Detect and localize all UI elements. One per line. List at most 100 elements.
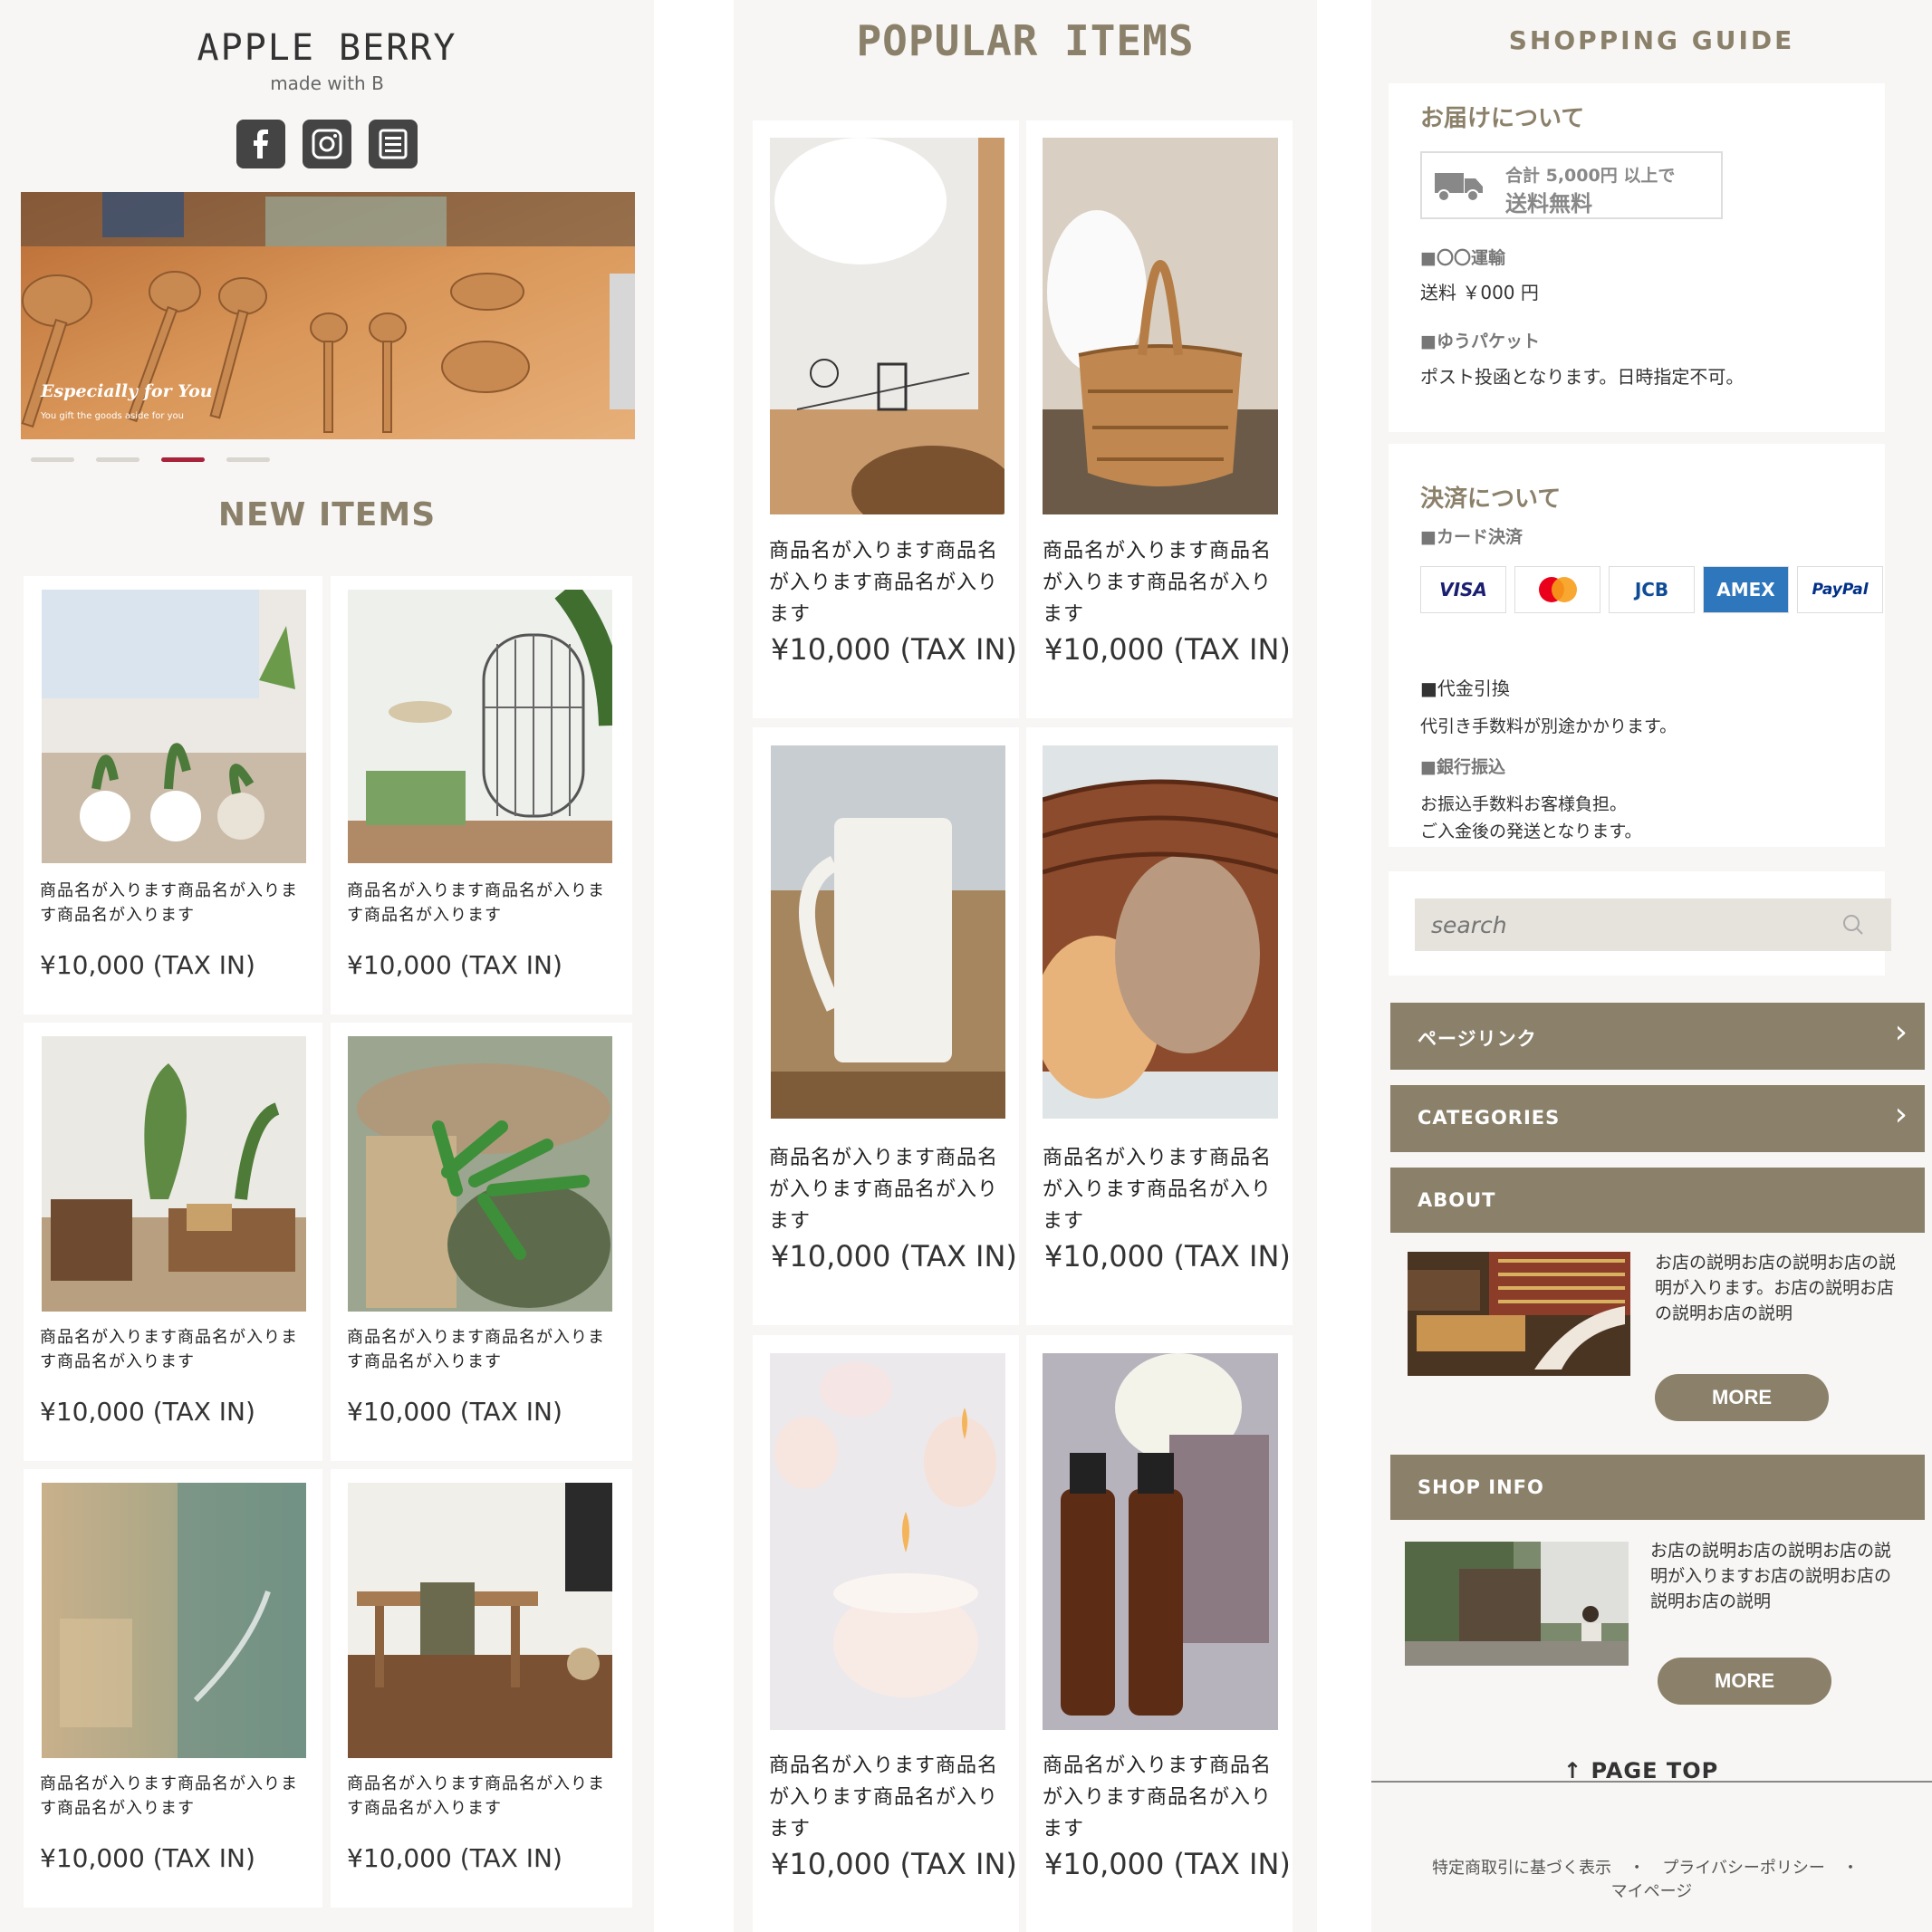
slider-dot-1[interactable]: [31, 457, 74, 462]
product-name[interactable]: 商品名が入ります商品名が入ります商品名が入ります: [347, 879, 619, 928]
product-card[interactable]: 商品名が入ります商品名が入ります商品名が入ります ¥10,000 (TAX IN…: [24, 576, 322, 1014]
product-card[interactable]: 商品名が入ります商品名が入ります商品名が入ります ¥10,000 (TAX IN…: [753, 1335, 1019, 1932]
product-name[interactable]: 商品名が入ります商品名が入ります商品名が入ります: [347, 1325, 619, 1374]
truck-icon: [1435, 169, 1485, 206]
product-card[interactable]: 商品名が入ります商品名が入ります商品名が入ります ¥10,000 (TAX IN…: [753, 120, 1019, 718]
mastercard-icon: [1514, 566, 1600, 613]
shop-image[interactable]: [1405, 1542, 1629, 1666]
menu-shop-info: SHOP INFO: [1390, 1455, 1925, 1520]
product-price: ¥10,000 (TAX IN): [771, 632, 1017, 667]
amex-icon: AMEX: [1703, 566, 1789, 613]
product-image[interactable]: [770, 138, 1004, 514]
product-name[interactable]: 商品名が入ります商品名が入ります商品名が入ります: [40, 1325, 312, 1374]
product-image[interactable]: [1043, 745, 1278, 1119]
product-name[interactable]: 商品名が入ります商品名が入ります商品名が入ります: [1043, 1142, 1287, 1237]
product-image[interactable]: [348, 1483, 612, 1758]
product-price: ¥10,000 (TAX IN): [1044, 632, 1291, 667]
product-name[interactable]: 商品名が入ります商品名が入ります商品名が入ります: [40, 879, 312, 928]
product-price: ¥10,000 (TAX IN): [771, 1847, 1017, 1881]
product-card[interactable]: 商品名が入ります商品名が入ります商品名が入ります ¥10,000 (TAX IN…: [331, 576, 632, 1014]
product-name[interactable]: 商品名が入ります商品名が入ります商品名が入ります: [769, 535, 1014, 630]
product-name[interactable]: 商品名が入ります商品名が入ります商品名が入ります: [769, 1142, 1014, 1237]
product-price: ¥10,000 (TAX IN): [40, 950, 255, 980]
hero-slider[interactable]: Especially for You You gift the goods as…: [21, 192, 635, 439]
product-price: ¥10,000 (TAX IN): [347, 950, 562, 980]
product-image[interactable]: [42, 590, 306, 863]
slider-dot-2[interactable]: [96, 457, 139, 462]
footer-link-mypage[interactable]: マイページ: [1611, 1882, 1693, 1901]
menu-categories[interactable]: CATEGORIES ›: [1390, 1085, 1925, 1152]
popular-items-title: POPULAR ITEMS: [856, 16, 1195, 65]
divider: [1371, 1781, 1932, 1783]
bank-text-2: ご入金後の発送となります。: [1420, 822, 1642, 841]
product-image[interactable]: [348, 590, 612, 863]
delivery-title: お届けについて: [1420, 105, 1585, 132]
free-shipping-banner: 合計 5,000円 以上で 送料無料: [1420, 151, 1723, 219]
slider-dot-3[interactable]: [161, 457, 205, 462]
search-input[interactable]: [1415, 899, 1891, 951]
product-image[interactable]: [1043, 1353, 1278, 1730]
carrier1-label: ■〇〇運輸: [1420, 248, 1505, 268]
product-card[interactable]: 商品名が入ります商品名が入ります商品名が入ります ¥10,000 (TAX IN…: [331, 1469, 632, 1908]
blog-icon[interactable]: [369, 120, 418, 168]
facebook-icon[interactable]: [236, 120, 285, 168]
product-name[interactable]: 商品名が入ります商品名が入ります商品名が入ります: [1043, 535, 1287, 630]
product-price: ¥10,000 (TAX IN): [1044, 1239, 1291, 1274]
product-name[interactable]: 商品名が入ります商品名が入ります商品名が入ります: [347, 1772, 619, 1821]
shop-more-button[interactable]: MORE: [1658, 1658, 1831, 1705]
about-more-button[interactable]: MORE: [1655, 1374, 1829, 1421]
menu-page-link[interactable]: ページリンク ›: [1390, 1003, 1925, 1070]
footer-link-legal[interactable]: 特定商取引に基づく表示: [1432, 1859, 1611, 1878]
delivery-box: お届けについて 合計 5,000円 以上で 送料無料 ■〇〇運輸 送料 ￥000…: [1389, 83, 1885, 432]
product-card[interactable]: 商品名が入ります商品名が入ります商品名が入ります ¥10,000 (TAX IN…: [1026, 1335, 1293, 1932]
product-name[interactable]: 商品名が入ります商品名が入ります商品名が入ります: [769, 1750, 1014, 1845]
menu-shop-info-label: SHOP INFO: [1418, 1476, 1544, 1498]
product-card[interactable]: 商品名が入ります商品名が入ります商品名が入ります ¥10,000 (TAX IN…: [24, 1023, 322, 1461]
product-card[interactable]: 商品名が入ります商品名が入ります商品名が入ります ¥10,000 (TAX IN…: [1026, 727, 1293, 1325]
menu-about-label: ABOUT: [1418, 1189, 1496, 1211]
menu-categories-label: CATEGORIES: [1418, 1107, 1561, 1129]
brand-logo[interactable]: APPLE BERRY: [0, 27, 654, 69]
carrier1-text: 送料 ￥000 円: [1420, 282, 1539, 303]
search-icon[interactable]: [1841, 913, 1865, 940]
product-price: ¥10,000 (TAX IN): [347, 1397, 562, 1427]
product-card[interactable]: 商品名が入ります商品名が入ります商品名が入ります ¥10,000 (TAX IN…: [1026, 120, 1293, 718]
page-top-label: PAGE TOP: [1591, 1758, 1719, 1783]
free-shipping-label: 送料無料: [1505, 191, 1592, 216]
cod-text: 代引き手数料が別途かかります。: [1420, 716, 1677, 736]
about-text: お店の説明お店の説明お店の説明が入ります。お店の説明お店の説明お店の説明: [1655, 1253, 1897, 1323]
bank-text-1: お振込手数料お客様負担。: [1420, 794, 1628, 814]
product-name[interactable]: 商品名が入ります商品名が入ります商品名が入ります: [40, 1772, 312, 1821]
visa-icon: VISA: [1420, 566, 1506, 613]
sidebar-column: SHOPPING GUIDE お届けについて 合計 5,000円 以上で 送料無…: [1371, 0, 1932, 1932]
menu-about: ABOUT: [1390, 1168, 1925, 1233]
product-card[interactable]: 商品名が入ります商品名が入ります商品名が入ります ¥10,000 (TAX IN…: [753, 727, 1019, 1325]
carrier2-label: ■ゆうパケット: [1420, 332, 1540, 351]
product-image[interactable]: [771, 745, 1005, 1119]
card-payment-label: ■カード決済: [1420, 527, 1523, 547]
jcb-icon: JCB: [1609, 566, 1695, 613]
menu-page-link-label: ページリンク: [1418, 1028, 1537, 1050]
slider-dot-4[interactable]: [226, 457, 270, 462]
slider-subcaption: You gift the goods aside for you: [41, 411, 184, 421]
product-image[interactable]: [42, 1483, 306, 1758]
chevron-right-icon: ›: [1894, 1014, 1908, 1051]
product-price: ¥10,000 (TAX IN): [40, 1843, 255, 1873]
product-image[interactable]: [770, 1353, 1005, 1730]
product-image[interactable]: [348, 1036, 612, 1312]
product-price: ¥10,000 (TAX IN): [40, 1397, 255, 1427]
footer-link-privacy[interactable]: プライバシーポリシー: [1662, 1859, 1825, 1878]
page-top-link[interactable]: ↑ PAGE TOP: [1563, 1758, 1718, 1783]
about-image[interactable]: [1408, 1252, 1630, 1376]
instagram-icon[interactable]: [303, 120, 351, 168]
product-card[interactable]: 商品名が入ります商品名が入ります商品名が入ります ¥10,000 (TAX IN…: [331, 1023, 632, 1461]
product-image[interactable]: [42, 1036, 306, 1312]
payment-title: 決済について: [1420, 485, 1562, 513]
product-name[interactable]: 商品名が入ります商品名が入ります商品名が入ります: [1043, 1750, 1287, 1845]
popular-column: POPULAR ITEMS 商品名が入ります商品名が入ります商品名が入ります ¥…: [734, 0, 1317, 1932]
product-image[interactable]: [1043, 138, 1278, 514]
product-card[interactable]: 商品名が入ります商品名が入ります商品名が入ります ¥10,000 (TAX IN…: [24, 1469, 322, 1908]
brand-tagline: made with B: [270, 72, 384, 94]
footer-links: 特定商取引に基づく表示 ・ プライバシーポリシー ・ マイページ: [1371, 1855, 1932, 1902]
paypal-icon: PayPal: [1797, 566, 1883, 613]
